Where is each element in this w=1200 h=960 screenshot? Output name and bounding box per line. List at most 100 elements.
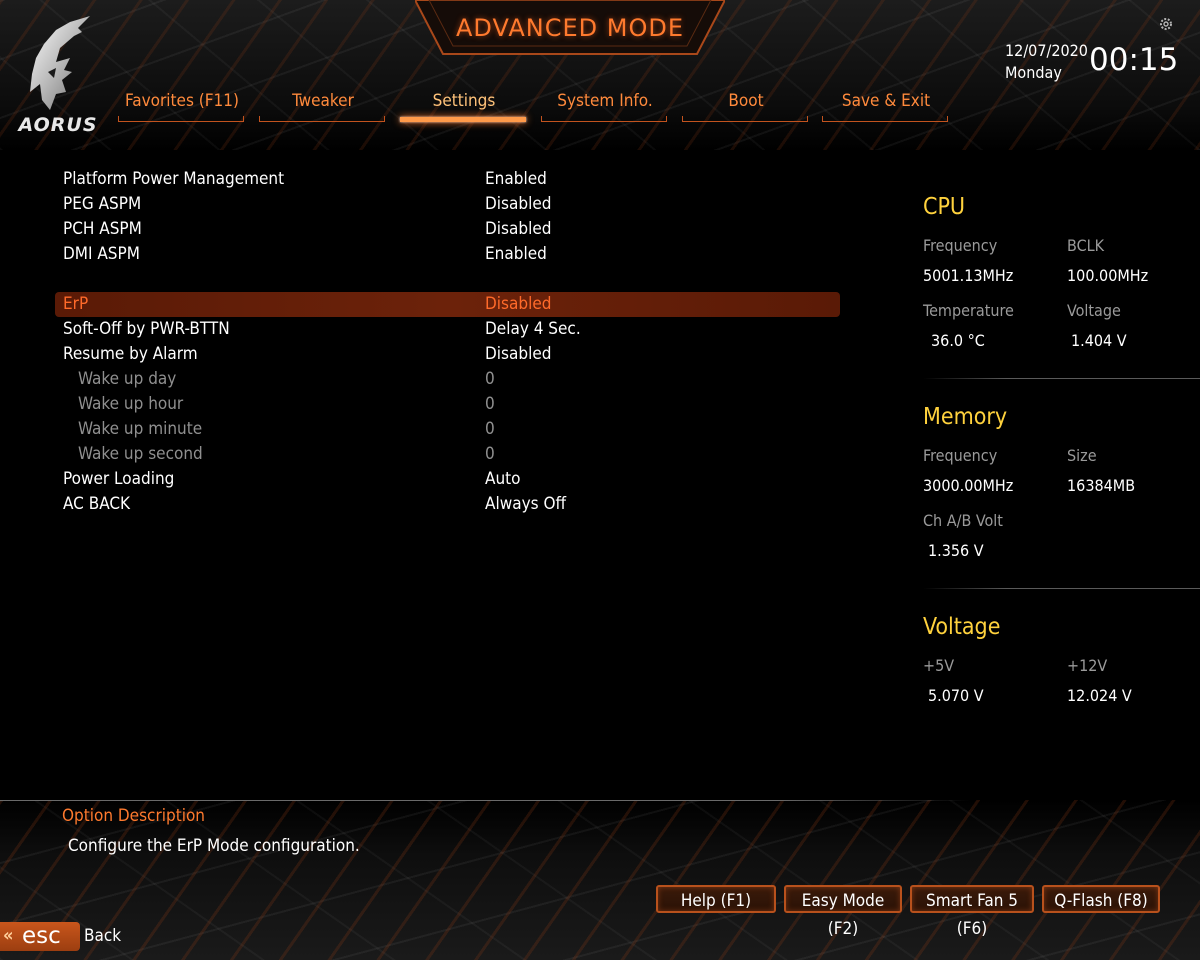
setting-wake-up-second: Wake up second 0 xyxy=(55,442,840,467)
setting-value[interactable]: Disabled xyxy=(485,292,551,317)
cpu-frequency-label: Frequency xyxy=(923,236,998,255)
memory-title: Memory xyxy=(923,404,1008,430)
mode-banner: ADVANCED MODE xyxy=(415,0,725,58)
tab-label: Boot xyxy=(728,91,764,111)
memory-volt-value: 1.356 V xyxy=(928,541,984,560)
tab-label: System Info. xyxy=(557,91,653,111)
tab-underline xyxy=(259,116,385,122)
hotkey-bar: Help (F1) Easy Mode (F2) Smart Fan 5 (F6… xyxy=(656,885,1166,939)
brand-text: AORUS xyxy=(18,114,98,136)
setting-resume-by-alarm[interactable]: Resume by Alarm Disabled xyxy=(55,342,840,367)
setting-label: Wake up hour xyxy=(78,394,184,414)
setting-label: Soft-Off by PWR-BTTN xyxy=(63,319,230,339)
easy-mode-button[interactable]: Easy Mode (F2) xyxy=(784,885,902,939)
setting-erp[interactable]: ErP Disabled xyxy=(55,292,840,317)
setting-power-loading[interactable]: Power Loading Auto xyxy=(55,467,840,492)
section-divider xyxy=(923,378,1200,379)
voltage-5v-label: +5V xyxy=(923,656,955,675)
tab-favorites[interactable]: Favorites (F11) xyxy=(118,88,246,124)
setting-value[interactable]: Disabled xyxy=(485,217,551,242)
cpu-info: CPU Frequency BCLK 5001.13MHz 100.00MHz … xyxy=(923,190,1200,400)
eagle-icon xyxy=(30,16,90,110)
cpu-voltage-label: Voltage xyxy=(1067,301,1121,320)
description-divider xyxy=(0,800,970,801)
date-text: 12/07/2020 xyxy=(1005,41,1088,60)
help-button[interactable]: Help (F1) xyxy=(656,885,776,913)
setting-value[interactable]: Disabled xyxy=(485,342,551,367)
setting-wake-up-day: Wake up day 0 xyxy=(55,367,840,392)
cpu-bclk-label: BCLK xyxy=(1067,236,1105,255)
setting-value: 0 xyxy=(485,369,495,389)
setting-wake-up-hour: Wake up hour 0 xyxy=(55,392,840,417)
memory-frequency-label: Frequency xyxy=(923,446,998,465)
memory-size-value: 16384MB xyxy=(1067,476,1136,495)
setting-label: PCH ASPM xyxy=(63,219,142,239)
tab-system-info[interactable]: System Info. xyxy=(541,88,669,124)
voltage-12v-value: 12.024 V xyxy=(1067,686,1132,705)
cpu-bclk-value: 100.00MHz xyxy=(1067,266,1149,285)
tab-settings[interactable]: Settings xyxy=(400,88,528,124)
chevron-left-icon: « xyxy=(3,925,14,946)
memory-volt-label: Ch A/B Volt xyxy=(923,511,1003,530)
setting-peg-aspm[interactable]: PEG ASPM Disabled xyxy=(55,192,840,217)
qflash-button[interactable]: Q-Flash (F8) xyxy=(1042,885,1160,913)
setting-label: Wake up day xyxy=(78,369,177,389)
setting-dmi-aspm[interactable]: DMI ASPM Enabled xyxy=(55,242,840,267)
tab-save-exit[interactable]: Save & Exit xyxy=(822,88,950,124)
setting-wake-up-minute: Wake up minute 0 xyxy=(55,417,840,442)
setting-label: DMI ASPM xyxy=(63,244,140,264)
setting-label: Wake up minute xyxy=(78,419,203,439)
setting-value[interactable]: Delay 4 Sec. xyxy=(485,317,581,342)
smart-fan-button[interactable]: Smart Fan 5 (F6) xyxy=(910,885,1034,939)
cpu-temperature-label: Temperature xyxy=(923,301,1014,320)
tab-label: Settings xyxy=(432,91,496,111)
back-link[interactable]: Back xyxy=(84,926,121,946)
tab-label: Tweaker xyxy=(292,91,354,111)
cpu-title: CPU xyxy=(923,194,966,220)
setting-value[interactable]: Auto xyxy=(485,467,521,492)
esc-back-control: « esc Back xyxy=(0,922,140,952)
setting-value[interactable]: Disabled xyxy=(485,192,551,217)
setting-value: 0 xyxy=(485,419,495,439)
tab-label: Favorites (F11) xyxy=(125,91,239,111)
setting-soft-off-by-pwr-bttn[interactable]: Soft-Off by PWR-BTTN Delay 4 Sec. xyxy=(55,317,840,342)
option-description-title: Option Description xyxy=(62,806,206,826)
clock: 00:15 xyxy=(1089,42,1179,78)
cpu-voltage-value: 1.404 V xyxy=(1071,331,1127,350)
voltage-title: Voltage xyxy=(923,614,1001,640)
setting-label: AC BACK xyxy=(63,494,131,514)
mode-title: ADVANCED MODE xyxy=(455,14,684,42)
setting-value[interactable]: Enabled xyxy=(485,242,547,267)
setting-value: 0 xyxy=(485,444,495,464)
setting-pch-aspm[interactable]: PCH ASPM Disabled xyxy=(55,217,840,242)
gear-icon[interactable] xyxy=(1158,16,1174,32)
hardware-info-panel: CPU Frequency BCLK 5001.13MHz 100.00MHz … xyxy=(923,190,1200,820)
tab-underline xyxy=(682,116,808,122)
setting-value[interactable]: Always Off xyxy=(485,492,566,517)
tab-boot[interactable]: Boot xyxy=(682,88,810,124)
tab-underline xyxy=(400,117,526,122)
tab-tweaker[interactable]: Tweaker xyxy=(259,88,387,124)
setting-label: Resume by Alarm xyxy=(63,344,198,364)
setting-label: Wake up second xyxy=(78,444,203,464)
setting-label: ErP xyxy=(63,294,89,314)
date-display: 12/07/2020 Monday xyxy=(1005,40,1088,84)
setting-ac-back[interactable]: AC BACK Always Off xyxy=(55,492,840,517)
weekday-text: Monday xyxy=(1005,63,1062,82)
memory-info: Memory Frequency Size 3000.00MHz 16384MB… xyxy=(923,400,1200,610)
setting-label: PEG ASPM xyxy=(63,194,142,214)
esc-button[interactable]: « esc xyxy=(0,922,80,951)
voltage-5v-value: 5.070 V xyxy=(928,686,984,705)
esc-label: esc xyxy=(22,923,61,949)
setting-label: Platform Power Management xyxy=(63,169,285,189)
main-tabs: Favorites (F11) Tweaker Settings System … xyxy=(118,88,950,128)
setting-value[interactable]: Enabled xyxy=(485,167,547,192)
aorus-logo: AORUS xyxy=(18,14,98,136)
cpu-frequency-value: 5001.13MHz xyxy=(923,266,1014,285)
tab-label: Save & Exit xyxy=(841,91,931,111)
option-description-text: Configure the ErP Mode configuration. xyxy=(68,836,360,856)
setting-platform-power-management[interactable]: Platform Power Management Enabled xyxy=(55,167,840,192)
cpu-temperature-value: 36.0 °C xyxy=(931,331,985,350)
settings-list: Platform Power Management Enabled PEG AS… xyxy=(55,167,840,517)
memory-size-label: Size xyxy=(1067,446,1097,465)
